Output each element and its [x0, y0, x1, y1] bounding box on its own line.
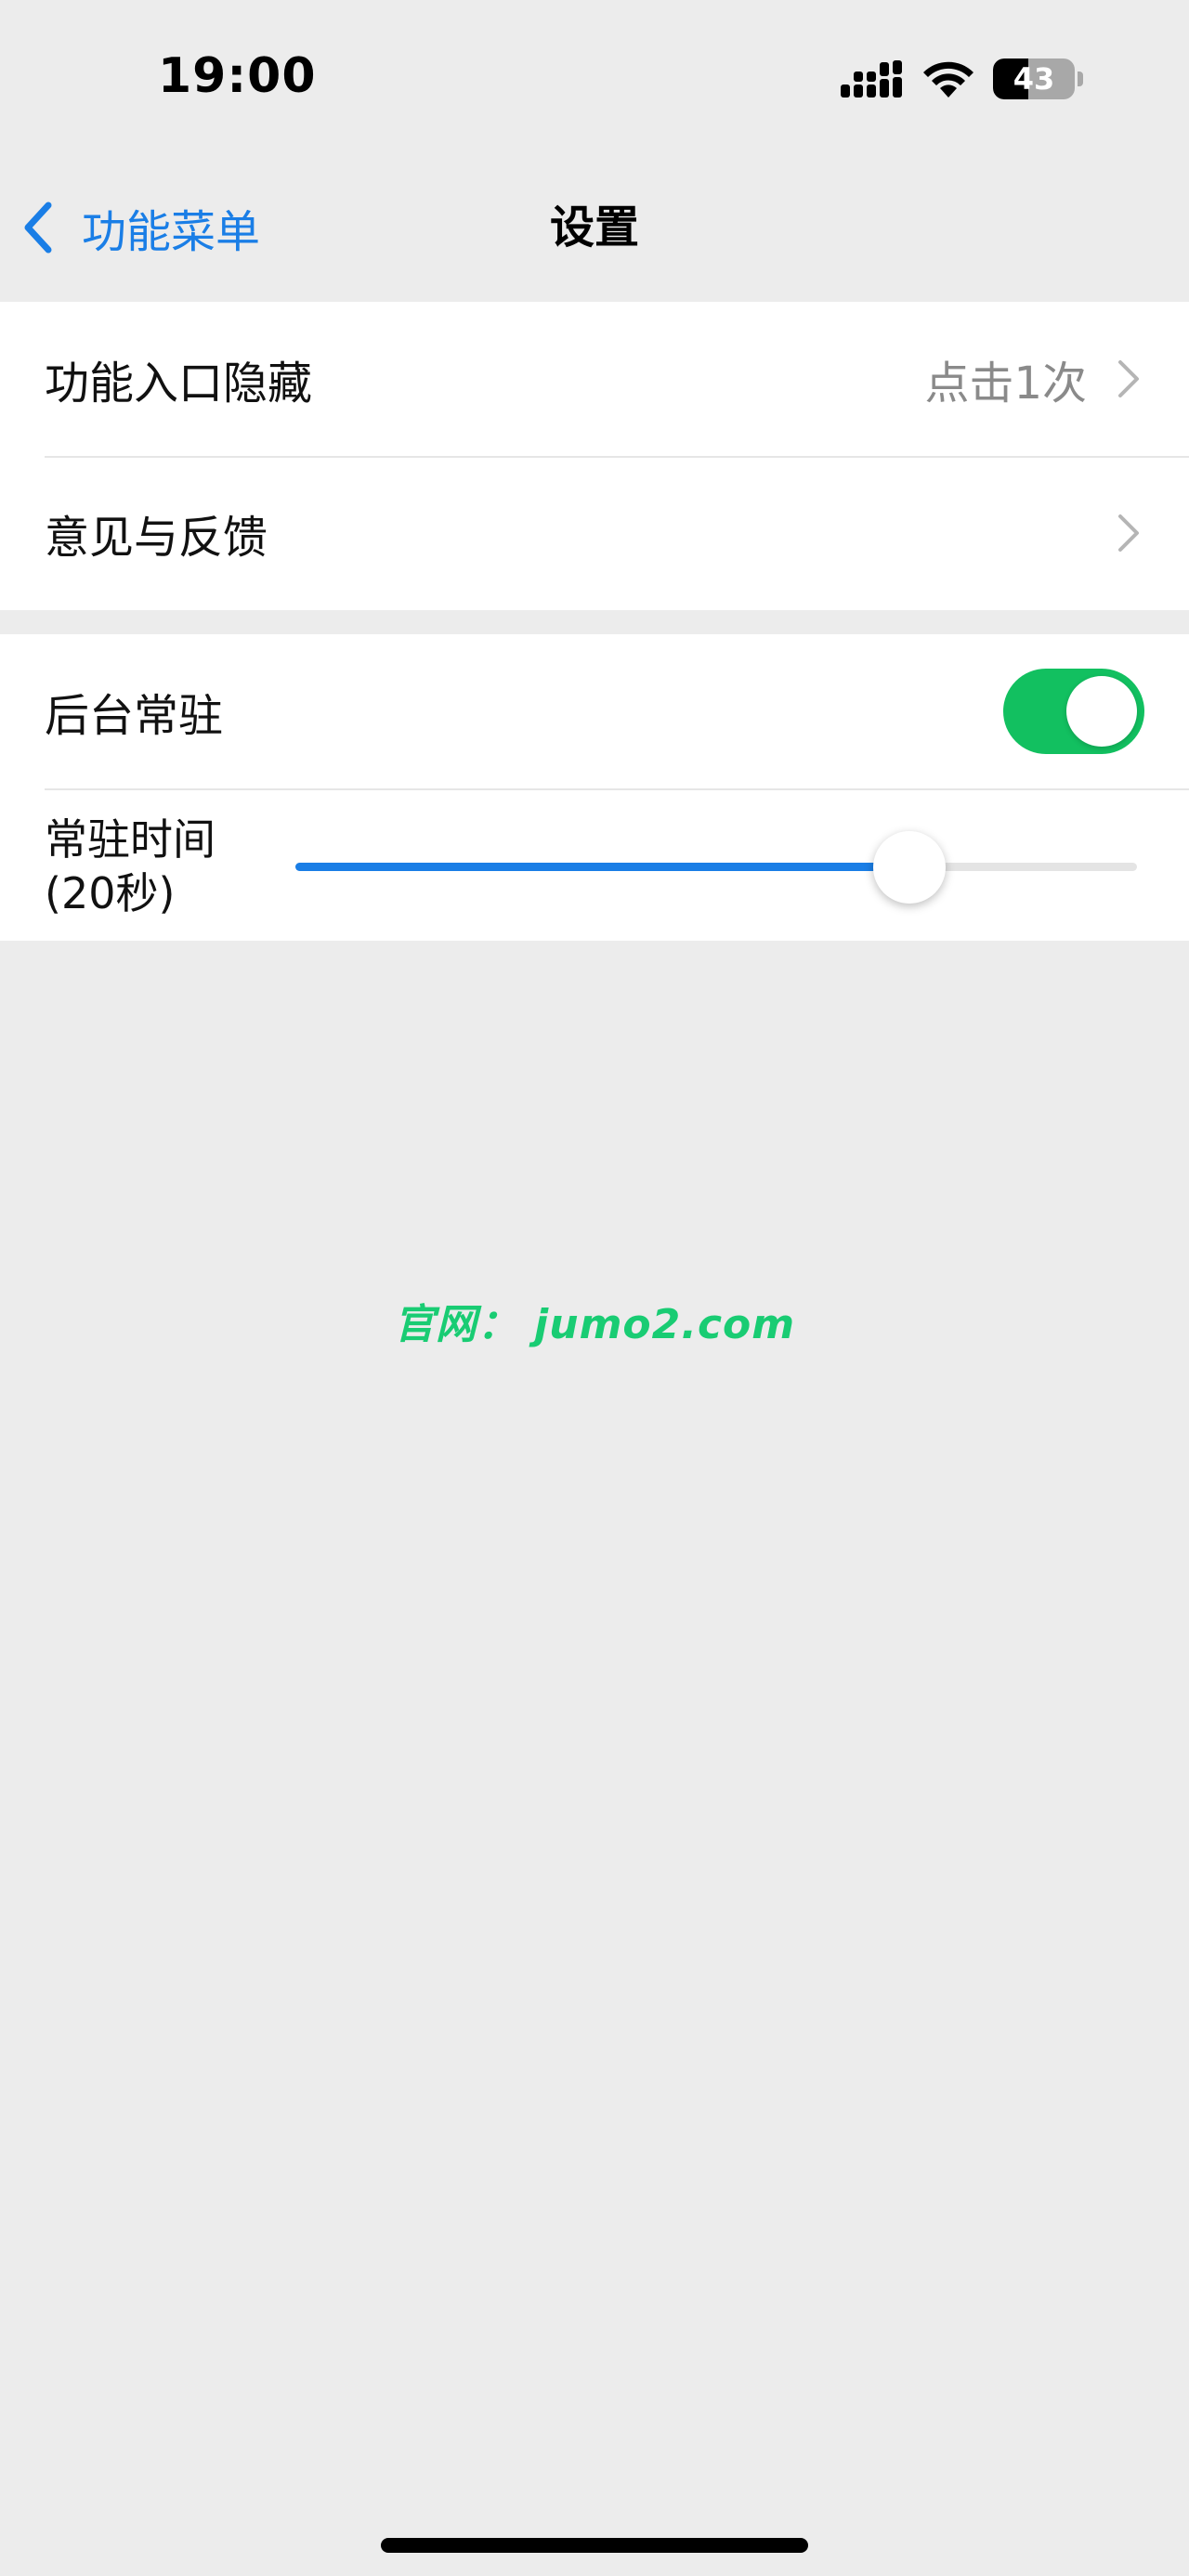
background-resident-label: 后台常驻 — [45, 690, 224, 742]
background-resident-row: 后台常驻 — [0, 634, 1189, 788]
chevron-right-icon — [1118, 514, 1139, 552]
wifi-icon — [923, 61, 973, 98]
settings-group-background: 后台常驻 常驻时间 (20秒) — [0, 634, 1189, 941]
slider-thumb[interactable] — [873, 831, 947, 904]
status-time: 19:00 — [158, 48, 317, 104]
cellular-signal-icon — [841, 60, 902, 98]
battery-icon: 43 — [993, 59, 1075, 99]
home-indicator[interactable] — [381, 2538, 808, 2553]
entry-hidden-label: 功能入口隐藏 — [45, 358, 313, 410]
entry-hidden-row[interactable]: 功能入口隐藏 点击1次 — [0, 302, 1189, 456]
resident-duration-label: 常驻时间 (20秒) — [45, 813, 216, 920]
resident-duration-row: 常驻时间 (20秒) — [0, 788, 1189, 943]
feedback-row[interactable]: 意见与反馈 — [0, 456, 1189, 610]
status-icons: 43 — [841, 54, 1083, 104]
resident-duration-title: 常驻时间 — [45, 814, 216, 865]
battery-level: 43 — [1013, 61, 1055, 97]
back-label: 功能菜单 — [82, 206, 261, 258]
background-resident-toggle[interactable] — [1003, 669, 1144, 754]
battery-cap — [1078, 72, 1083, 86]
toggle-knob — [1066, 676, 1137, 747]
resident-duration-slider[interactable] — [295, 831, 1137, 904]
feedback-label: 意见与反馈 — [45, 512, 268, 564]
back-button[interactable]: 功能菜单 — [20, 176, 260, 279]
resident-duration-value: (20秒) — [45, 868, 176, 918]
slider-track — [295, 863, 1137, 871]
chevron-right-icon — [1118, 360, 1139, 397]
status-bar: 19:00 43 — [0, 0, 1189, 158]
chevron-left-icon — [24, 202, 52, 254]
settings-group-general: 功能入口隐藏 点击1次 意见与反馈 — [0, 302, 1189, 610]
entry-hidden-value: 点击1次 — [924, 358, 1087, 410]
navigation-bar: 设置 功能菜单 — [0, 158, 1189, 297]
slider-fill — [295, 863, 910, 871]
watermark-text: 官网： jumo2.com — [393, 1301, 796, 1348]
